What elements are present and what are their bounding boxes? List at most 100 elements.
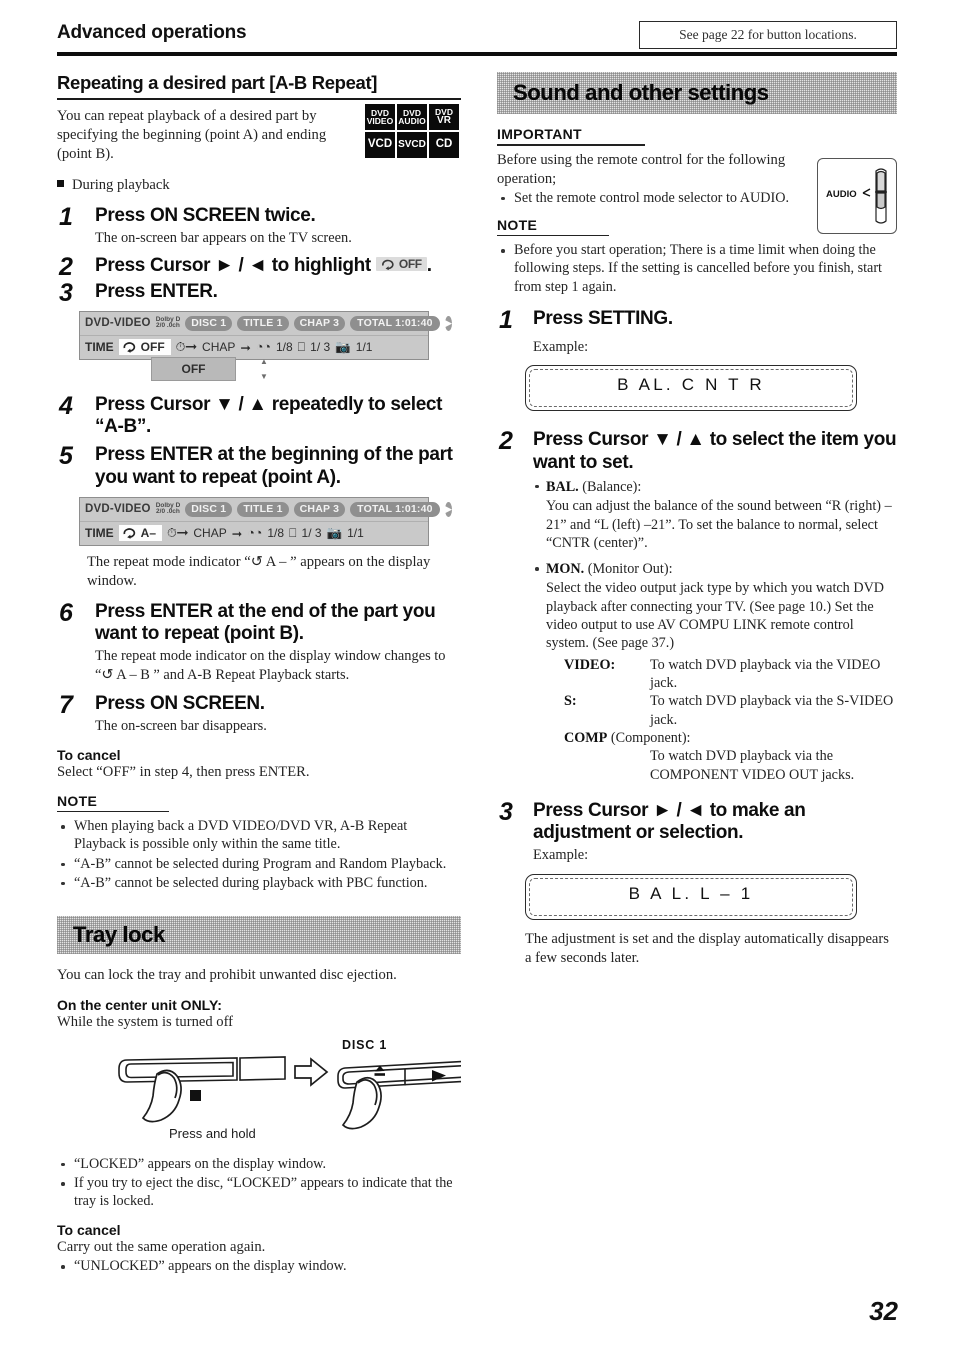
repeat-field-highlight: OFF <box>118 339 171 356</box>
step-number: 5 <box>59 442 73 471</box>
step-title: Press Cursor ▼ / ▲ repeatedly to select … <box>95 393 443 438</box>
audio-value: 1/8 <box>267 526 284 541</box>
angle-camera-icon: 📷 <box>335 339 351 354</box>
display-text: B AL. C N T R <box>617 375 765 395</box>
repeat-chip-label: OFF <box>398 257 422 272</box>
important-text: Before using the remote control for the … <box>497 151 786 187</box>
sound-heading: Sound and other settings <box>513 80 769 105</box>
badge-line1: CD <box>435 138 453 151</box>
step-5-desc: The repeat mode indicator “↺ A – ” appea… <box>87 553 431 589</box>
pulldown-value: OFF <box>181 361 206 376</box>
step-title-text: Press Cursor ► / ◄ to highlight <box>95 254 371 276</box>
disc-type-label: DVD-VIDEO <box>85 503 151 516</box>
step-1: 1 Press ON SCREEN twice. The on-screen b… <box>57 203 461 248</box>
step-title: Press Cursor ► / ◄ to make an adjustment… <box>533 799 806 844</box>
badge-line2: VR <box>437 115 451 127</box>
note-list-right: Before you start operation; There is a t… <box>497 241 897 296</box>
mon-option-label: S: <box>564 693 577 710</box>
mon-option-label: COMP <box>564 729 608 746</box>
section-sound-settings: Sound and other settings IMPORTANT AUDIO <box>497 72 897 968</box>
tray-lock-bullet: If you try to eject the disc, “LOCKED” a… <box>57 1174 461 1210</box>
tray-lock-cancel-bullets: “UNLOCKED” appears on the display window… <box>57 1257 461 1275</box>
subtitle-icon: ⎕ <box>289 525 297 540</box>
angle-camera-icon: 📷 <box>326 525 343 540</box>
step-title: Press ON SCREEN twice. <box>95 204 316 226</box>
bal-key-note: (Balance): <box>582 478 642 495</box>
tray-lock-illustration: DISC 1 Press and hold <box>57 1038 472 1147</box>
chip-chapter: CHAP 3 <box>293 315 346 331</box>
onscreen-bar-graphic: DVD-VIDEO Dolby D 2/0 .0ch DISC 1 TITLE … <box>79 310 452 360</box>
disc1-label: DISC 1 <box>342 1037 388 1052</box>
step-desc: The on-screen bar appears on the TV scre… <box>95 230 352 247</box>
step-title-suffix: . <box>426 254 432 276</box>
tray-lock-bullet: “LOCKED” appears on the display window. <box>57 1155 461 1173</box>
step-5: 5 Press ENTER at the beginning of the pa… <box>57 442 461 488</box>
mon-key: MON. <box>546 561 585 578</box>
note-rule <box>57 810 169 813</box>
disc-badge-row: VCD SVCD CD <box>365 132 461 158</box>
note-item: “A-B” cannot be selected during Program … <box>57 855 461 873</box>
caret-up-icon: ▲ <box>260 356 268 366</box>
mon-option-row: COMP (Component): To watch DVD playback … <box>564 729 897 784</box>
tray-lock-bullets: “LOCKED” appears on the display window. … <box>57 1155 461 1211</box>
note-heading: NOTE <box>57 792 98 809</box>
mon-option-row: VIDEO: To watch DVD playback via the VID… <box>564 656 897 693</box>
step-7: 7 Press ON SCREEN. The on-screen bar dis… <box>57 691 461 736</box>
dolby-line2: 2/0 .0ch <box>156 508 180 516</box>
badge-line1: SVCD <box>398 139 426 150</box>
onscreen-bar-row-bottom: TIME A– ⏱➞ CHAP ➞ ◔◔ 1/8 ⎕ 1/ 3 📷 1/1 <box>80 522 428 545</box>
running-head-rule <box>57 52 897 56</box>
step-title: Press ON SCREEN. <box>95 693 265 715</box>
chapter-label: CHAP <box>193 526 227 541</box>
step-desc: The on-screen bar disappears. <box>95 718 267 735</box>
right-column: Sound and other settings IMPORTANT AUDIO <box>497 72 897 968</box>
step-2: 2 Press Cursor ► / ◄ to highlight OFF . <box>57 253 461 281</box>
display-text: B A L. L – 1 <box>628 883 754 903</box>
repeat-icon <box>381 259 394 270</box>
to-cancel-text: Select “OFF” in step 4, then press ENTER… <box>57 763 310 780</box>
step-title: Press Cursor ► / ◄ to highlight OFF . <box>95 255 461 277</box>
finger-right <box>341 1076 382 1130</box>
onscreen-bar-graphic: DVD-VIDEO Dolby D 2/0 .0ch DISC 1 TITLE … <box>79 496 452 546</box>
manual-page: Advanced operations See page 22 for butt… <box>0 0 954 1354</box>
press-and-hold-caption: Press and hold <box>169 1125 256 1141</box>
chip-total-time: TOTAL 1:01:40 <box>350 315 440 331</box>
disc-badge-dvd-vr: DVD VR <box>429 104 459 130</box>
step-number: 6 <box>59 598 73 627</box>
onscreen-bar-row-top: DVD-VIDEO Dolby D 2/0 .0ch DISC 1 TITLE … <box>80 498 452 522</box>
onscreen-bar-row-top: DVD-VIDEO Dolby D 2/0 .0ch DISC 1 TITLE … <box>80 312 452 336</box>
repeat-icon <box>123 528 135 540</box>
chip-disc: DISC 1 <box>185 501 233 517</box>
important-rule <box>497 144 645 146</box>
dolby-line2: 2/0 .0ch <box>156 322 180 330</box>
during-playback-line: During playback <box>57 176 461 195</box>
see-page-note: See page 22 for button locations. <box>639 21 897 49</box>
section-ab-repeat: Repeating a desired part [A-B Repeat] Yo… <box>57 72 461 892</box>
mon-option-value: To watch DVD playback via the S-VIDEO ja… <box>650 693 894 728</box>
note-item: “A-B” cannot be selected during playback… <box>57 874 461 892</box>
mon-option-value: To watch DVD playback via the COMPONENT … <box>650 748 855 783</box>
bal-key: BAL. <box>546 478 579 495</box>
step-3: 3 Press ENTER. <box>57 279 461 307</box>
step-number: 7 <box>59 691 73 720</box>
tray-lock-diagram <box>118 1056 472 1130</box>
audio-label: AUDIO <box>826 189 857 200</box>
flow-arrow-icon <box>294 1057 329 1087</box>
repeat-field-highlight: A– <box>118 525 163 542</box>
subtitle-icon: ⎕ <box>297 339 306 354</box>
section-tray-lock: Tray lock You can lock the tray and proh… <box>57 916 472 1276</box>
ab-repeat-heading-rule <box>57 98 461 100</box>
tray-lock-to-cancel-text: Carry out the same operation again. <box>57 1239 266 1256</box>
audio-mode-selector-box: AUDIO <box>817 158 897 234</box>
tray-lock-band-heading: Tray lock <box>57 916 461 954</box>
remote-mode-selector-diagram: AUDIO <box>826 168 887 224</box>
step-number: 3 <box>59 278 73 307</box>
next-arrow-icon: ▶ <box>444 501 452 517</box>
chapter-label: CHAP <box>202 340 236 355</box>
disc-type-badges: DVD VIDEO DVD AUDIO DVD VR VCD SVCD CD <box>365 104 461 160</box>
dolby-indicator: Dolby D 2/0 .0ch <box>156 316 181 331</box>
time-label: TIME <box>85 340 114 355</box>
important-bullets: Set the remote control mode selector to … <box>497 189 817 207</box>
mon-option-label: VIDEO: <box>564 656 616 673</box>
important-bullet: Set the remote control mode selector to … <box>497 189 817 207</box>
